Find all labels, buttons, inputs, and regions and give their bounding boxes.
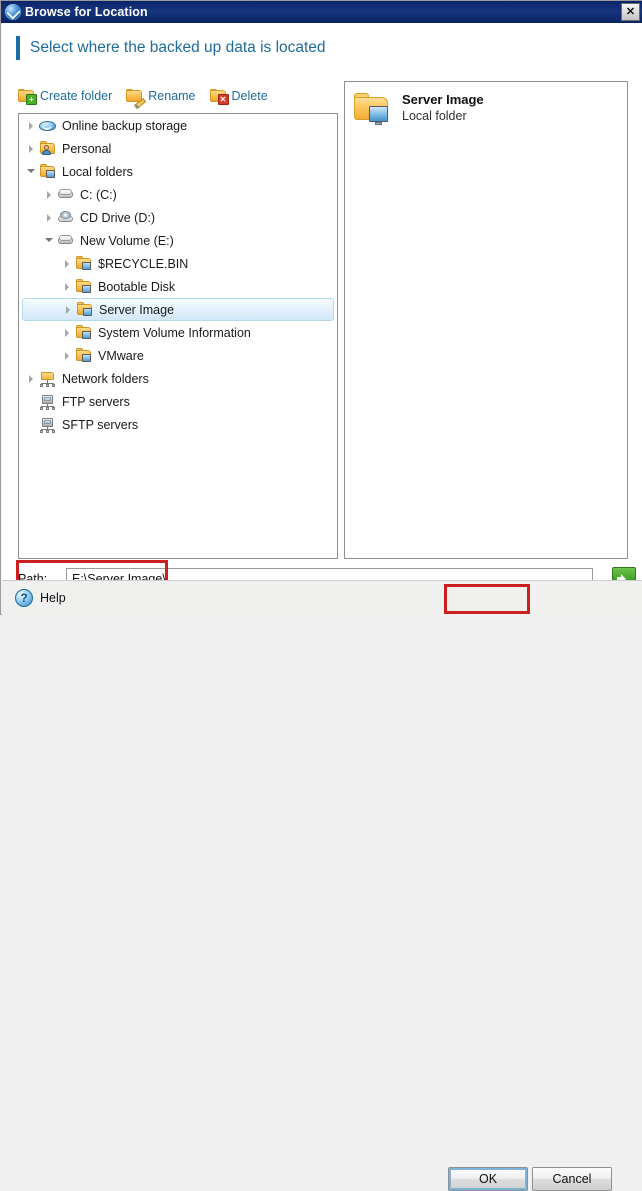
tree-item-label: FTP servers <box>62 394 130 409</box>
cancel-button[interactable]: Cancel <box>532 1167 612 1191</box>
rename-label: Rename <box>148 89 196 103</box>
personal-folder-icon <box>39 140 57 157</box>
tree-item-system-volume-information[interactable]: System Volume Information <box>19 321 337 344</box>
tree-item-personal[interactable]: Personal <box>19 137 337 160</box>
local-folder-large-icon <box>353 92 393 126</box>
tree-item-label: Local folders <box>62 164 133 179</box>
folder-tree[interactable]: Online backup storage Personal Local fol… <box>18 113 338 559</box>
local-folder-icon <box>76 301 94 318</box>
accent-bar <box>16 36 20 60</box>
server-icon <box>39 394 57 410</box>
help-label: Help <box>40 591 66 605</box>
chevron-right-icon[interactable] <box>43 188 56 201</box>
title-bar: Browse for Location ✕ <box>1 1 642 23</box>
local-folder-icon <box>75 278 93 295</box>
tree-item-label: New Volume (E:) <box>80 233 174 248</box>
folder-delete-icon: ✕ <box>209 89 229 105</box>
dialog-footer: ? Help OK Cancel <box>2 580 642 1191</box>
rename-button[interactable]: Rename <box>126 89 196 110</box>
help-icon: ? <box>15 589 33 607</box>
local-folder-icon <box>75 255 93 272</box>
create-folder-button[interactable]: + Create folder <box>18 89 113 105</box>
chevron-right-icon[interactable] <box>25 142 38 155</box>
tree-item-label: Personal <box>62 141 112 156</box>
tree-item-label: VMware <box>98 348 144 363</box>
tree-item-network-folders[interactable]: Network folders <box>19 367 337 390</box>
tree-item-label: CD Drive (D:) <box>80 210 155 225</box>
hard-drive-icon <box>57 187 75 203</box>
local-folder-icon <box>75 324 93 341</box>
headline-group: Select where the backed up data is locat… <box>16 36 326 60</box>
detail-folder-name: Server Image <box>402 92 484 107</box>
chevron-right-icon[interactable] <box>25 372 38 385</box>
page-title: Select where the backed up data is locat… <box>30 39 326 56</box>
detail-folder-entry[interactable]: Server Image Local folder <box>353 92 484 126</box>
server-icon <box>39 417 57 433</box>
chevron-down-icon[interactable] <box>25 165 38 178</box>
folder-detail-panel: Server Image Local folder <box>344 81 628 559</box>
tree-item-cd-drive[interactable]: CD Drive (D:) <box>19 206 337 229</box>
tree-item-local-folders[interactable]: Local folders <box>19 160 337 183</box>
folder-pencil-icon <box>126 89 147 110</box>
tree-item-label: $RECYCLE.BIN <box>98 256 189 271</box>
cd-drive-icon <box>57 210 75 226</box>
tree-item-bootable-disk[interactable]: Bootable Disk <box>19 275 337 298</box>
twisty-placeholder <box>25 395 38 408</box>
tree-item-sftp-servers[interactable]: SFTP servers <box>19 413 337 436</box>
toolbar: + Create folder Rename ✕ Delete <box>18 89 282 110</box>
tree-item-label: Bootable Disk <box>98 279 176 294</box>
window-title: Browse for Location <box>25 5 148 19</box>
tree-item-server-image[interactable]: Server Image <box>22 298 334 321</box>
help-button[interactable]: ? Help <box>15 589 66 607</box>
chevron-right-icon[interactable] <box>61 349 74 362</box>
close-icon[interactable]: ✕ <box>621 3 640 21</box>
tree-item-label: Server Image <box>99 302 175 317</box>
chevron-right-icon[interactable] <box>43 211 56 224</box>
network-folder-icon <box>39 371 57 387</box>
tree-item-ftp-servers[interactable]: FTP servers <box>19 390 337 413</box>
tree-item-new-volume[interactable]: New Volume (E:) <box>19 229 337 252</box>
tree-item-c-drive[interactable]: C: (C:) <box>19 183 337 206</box>
tree-item-recycle-bin[interactable]: $RECYCLE.BIN <box>19 252 337 275</box>
detail-folder-type: Local folder <box>402 109 467 123</box>
hard-drive-icon <box>57 233 75 249</box>
app-logo-icon <box>5 4 21 20</box>
tree-item-label: Online backup storage <box>62 118 188 133</box>
tree-item-label: SFTP servers <box>62 417 139 432</box>
chevron-right-icon[interactable] <box>62 303 75 316</box>
chevron-right-icon[interactable] <box>61 326 74 339</box>
tree-item-vmware[interactable]: VMware <box>19 344 337 367</box>
dialog-body: Select where the backed up data is locat… <box>2 23 642 598</box>
browse-for-location-dialog: Browse for Location ✕ Select where the b… <box>0 0 642 1191</box>
chevron-right-icon[interactable] <box>61 257 74 270</box>
create-folder-label: Create folder <box>40 89 113 103</box>
chevron-right-icon[interactable] <box>61 280 74 293</box>
delete-label: Delete <box>231 89 268 103</box>
local-folder-icon <box>75 347 93 364</box>
local-folder-icon <box>39 163 57 180</box>
chevron-down-icon[interactable] <box>43 234 56 247</box>
tree-item-label: System Volume Information <box>98 325 251 340</box>
tree-item-label: Network folders <box>62 371 149 386</box>
tree-item-label: C: (C:) <box>80 187 117 202</box>
ok-button[interactable]: OK <box>448 1167 528 1191</box>
folder-add-icon: + <box>18 89 37 105</box>
delete-button[interactable]: ✕ Delete <box>209 89 268 105</box>
twisty-placeholder <box>25 418 38 431</box>
cloud-icon <box>39 118 57 134</box>
chevron-right-icon[interactable] <box>25 119 38 132</box>
tree-item-online-backup-storage[interactable]: Online backup storage <box>19 114 337 137</box>
